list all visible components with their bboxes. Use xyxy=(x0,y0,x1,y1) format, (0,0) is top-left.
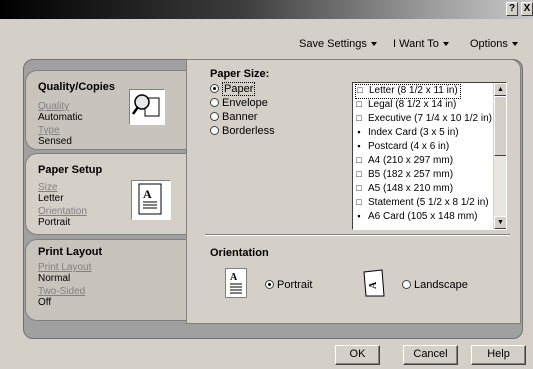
scroll-up-icon[interactable]: ▲ xyxy=(494,83,506,96)
radio-landscape[interactable]: Landscape xyxy=(402,279,468,291)
list-item[interactable]: □ Letter (8 1/2 x 11 in) xyxy=(355,84,461,99)
tab-paper-setup[interactable]: Paper Setup Size Letter Orientation Port… xyxy=(25,153,188,235)
portrait-page-icon: A xyxy=(225,268,247,298)
list-item[interactable]: ▪ A6 Card (105 x 148 mm) xyxy=(355,211,477,226)
menu-save-settings[interactable]: Save Settings xyxy=(299,38,377,50)
list-item[interactable]: □ A4 (210 x 297 mm) xyxy=(355,155,453,170)
card-icon: ▪ xyxy=(357,211,361,221)
radio-icon xyxy=(210,112,219,121)
page-icon: □ xyxy=(356,99,362,109)
page-icon: □ xyxy=(356,155,362,165)
radio-banner[interactable]: Banner xyxy=(210,111,257,123)
svg-text:A: A xyxy=(368,281,379,289)
type-value: Sensed xyxy=(38,136,72,147)
radio-paper[interactable]: Paper xyxy=(210,82,256,96)
radio-portrait[interactable]: Portrait xyxy=(265,279,312,291)
size-value: Letter xyxy=(38,193,64,204)
card-icon: ▪ xyxy=(357,127,361,137)
close-title-button[interactable]: X xyxy=(521,2,533,16)
radio-selected-icon xyxy=(265,280,274,289)
chevron-down-icon xyxy=(370,42,377,46)
title-bar: ? X xyxy=(0,0,533,19)
chevron-down-icon xyxy=(511,42,518,46)
svg-text:A: A xyxy=(230,272,238,283)
page-icon: □ xyxy=(356,197,362,207)
list-item[interactable]: □ Statement (5 1/2 x 8 1/2 in) xyxy=(355,197,488,212)
radio-borderless[interactable]: Borderless xyxy=(210,125,275,137)
tab-title: Paper Setup xyxy=(38,164,103,176)
orientation-heading: Orientation xyxy=(210,247,269,259)
list-item[interactable]: □ A5 (148 x 210 mm) xyxy=(355,183,453,198)
menu-bar: Save Settings I Want To Options xyxy=(0,38,533,54)
chevron-down-icon xyxy=(442,42,449,46)
landscape-page-icon: A xyxy=(358,268,388,298)
list-item[interactable]: □ B5 (182 x 257 mm) xyxy=(355,169,453,184)
ok-button[interactable]: OK xyxy=(335,345,380,365)
list-item[interactable]: □ Legal (8 1/2 x 14 in) xyxy=(355,99,456,114)
tab-print-layout[interactable]: Print Layout Print Layout Normal Two-Sid… xyxy=(25,239,187,321)
two-sided-value: Off xyxy=(38,297,52,308)
magnifier-icon xyxy=(129,89,165,125)
page-icon: □ xyxy=(356,113,362,123)
radio-icon xyxy=(210,126,219,135)
tab-title: Print Layout xyxy=(38,246,103,258)
print-properties-window: ? X Save Settings I Want To Options Qual… xyxy=(0,0,533,369)
radio-selected-icon xyxy=(210,84,219,93)
list-item[interactable]: □ Executive (7 1/4 x 10 1/2 in) xyxy=(355,113,492,128)
print-layout-link[interactable]: Print Layout xyxy=(38,262,91,273)
card-icon: ▪ xyxy=(357,141,361,151)
paper-size-list[interactable]: □ Letter (8 1/2 x 11 in) □ Legal (8 1/2 x … xyxy=(352,82,507,230)
page-icon: □ xyxy=(356,183,362,193)
menu-i-want-to[interactable]: I Want To xyxy=(393,38,449,50)
radio-icon xyxy=(210,98,219,107)
quality-link[interactable]: Quality xyxy=(38,101,69,112)
orientation-link[interactable]: Orientation xyxy=(38,206,87,217)
size-link[interactable]: Size xyxy=(38,182,57,193)
scroll-thumb[interactable] xyxy=(494,96,506,156)
cancel-button[interactable]: Cancel xyxy=(403,345,458,365)
list-item[interactable]: ▪ Index Card (3 x 5 in) xyxy=(355,127,458,142)
help-button[interactable]: Help xyxy=(471,345,526,365)
menu-options[interactable]: Options xyxy=(470,38,518,50)
page-icon: □ xyxy=(356,169,362,179)
radio-envelope[interactable]: Envelope xyxy=(210,97,268,109)
paper-size-heading: Paper Size: xyxy=(210,68,270,80)
radio-icon xyxy=(402,280,411,289)
orientation-value: Portrait xyxy=(38,217,71,228)
paper-setup-icon: A xyxy=(131,180,171,220)
two-sided-link[interactable]: Two-Sided xyxy=(38,286,85,297)
svg-text:A: A xyxy=(143,187,152,201)
help-title-button[interactable]: ? xyxy=(506,2,518,16)
scroll-down-icon[interactable]: ▼ xyxy=(494,216,506,229)
print-layout-value: Normal xyxy=(38,273,71,284)
section-divider xyxy=(205,234,510,236)
list-item[interactable]: ▪ Postcard (4 x 6 in) xyxy=(355,141,449,156)
tab-title: Quality/Copies xyxy=(38,81,116,93)
page-icon: □ xyxy=(357,85,363,95)
list-scrollbar[interactable]: ▲ ▼ xyxy=(493,83,506,229)
type-link[interactable]: Type xyxy=(38,125,60,136)
quality-value: Automatic xyxy=(38,112,83,123)
tab-quality-copies[interactable]: Quality/Copies Quality Automatic Type Se… xyxy=(25,70,187,150)
